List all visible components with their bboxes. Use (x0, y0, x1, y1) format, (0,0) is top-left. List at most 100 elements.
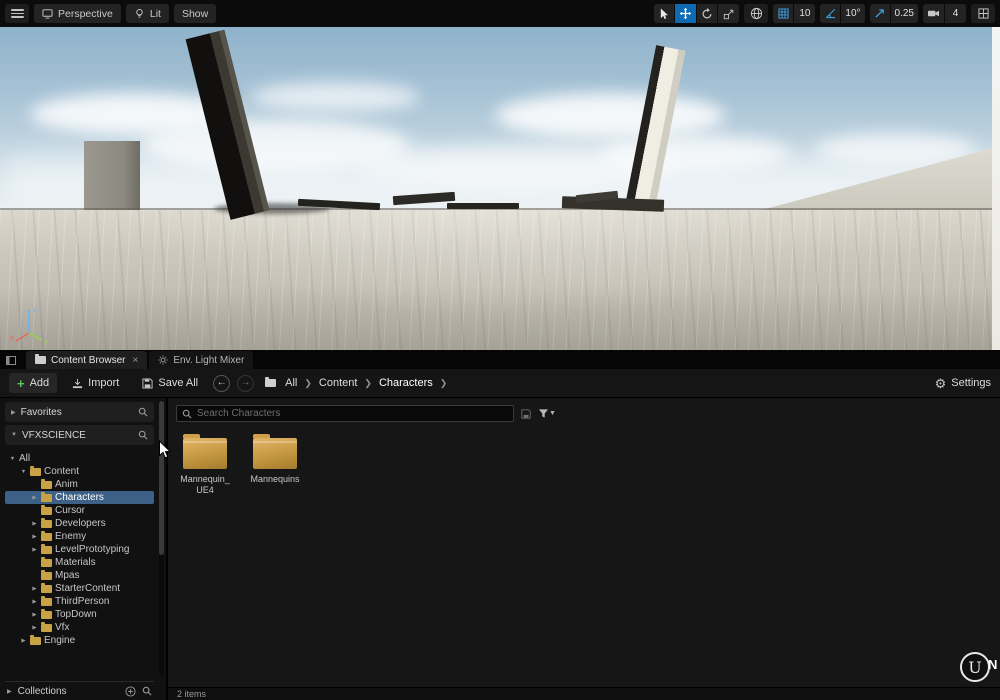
chevron-right-icon: ❯ (304, 377, 312, 388)
main-menu-button[interactable] (5, 4, 29, 23)
scrollbar-thumb[interactable] (159, 401, 164, 555)
rotate-tool-button[interactable] (697, 4, 719, 23)
collections-footer[interactable]: ▶ Collections (5, 681, 154, 700)
scale-snap-toggle[interactable] (870, 4, 891, 23)
folder-icon (30, 634, 41, 645)
breadcrumb-characters[interactable]: Characters (379, 377, 433, 389)
search-icon (138, 430, 148, 440)
chevron-right-icon[interactable]: ▶ (31, 521, 38, 527)
save-icon (142, 377, 153, 389)
folder-icon (41, 491, 52, 502)
breadcrumb-all[interactable]: All (285, 377, 297, 389)
chevron-right-icon[interactable]: ▶ (20, 638, 27, 644)
content-browser-tab-icon (35, 354, 46, 364)
folder-icon (41, 582, 52, 593)
folder-icon (41, 569, 52, 580)
chevron-right-icon[interactable]: ▶ (31, 625, 38, 631)
world-coordinate-button[interactable] (744, 4, 769, 23)
save-search-button[interactable] (521, 408, 531, 419)
svg-text:x: x (10, 335, 14, 342)
source-header[interactable]: ▼ VFXSCIENCE (5, 425, 154, 445)
svg-text:U: U (968, 658, 981, 677)
camera-speed-value-button[interactable]: 4 (945, 4, 966, 23)
rotation-snap-toggle[interactable] (820, 4, 842, 23)
tree-item-thirdperson[interactable]: ▶ ThirdPerson (5, 595, 154, 608)
lit-mode-button[interactable]: Lit (125, 4, 169, 23)
tree-item-startercontent[interactable]: ▶ StarterContent (5, 582, 154, 595)
close-tab-icon[interactable]: × (132, 355, 138, 366)
folder-asset-mannequins[interactable]: Mannequins (248, 434, 302, 496)
content-browser-sidebar: ▶ Favorites ▼ VFXSCIENCE ▼ All ▼ Content Ani… (0, 398, 168, 700)
tab-drawer-icon[interactable] (6, 356, 16, 365)
source-search-button[interactable] (138, 430, 148, 440)
chevron-right-icon[interactable]: ▶ (31, 586, 38, 592)
search-input[interactable] (197, 408, 508, 419)
breadcrumb-content[interactable]: Content (319, 377, 358, 389)
tree-item-label: TopDown (55, 609, 97, 620)
tab-env-light-mixer[interactable]: Env. Light Mixer (149, 351, 254, 369)
chevron-right-icon[interactable]: ▶ (31, 534, 38, 540)
axis-gizmo: z x y (10, 307, 49, 345)
folder-icon (41, 608, 52, 619)
chevron-right-icon[interactable]: ▶ (31, 612, 38, 618)
show-flags-button[interactable]: Show (173, 4, 217, 23)
save-all-button[interactable]: Save All (134, 373, 206, 393)
tree-item-anim[interactable]: Anim (5, 478, 154, 491)
bottom-dock-panel: Content Browser × Env. Light Mixer + Add… (0, 350, 1000, 700)
collections-search-button[interactable] (142, 686, 152, 696)
rotation-snap-value-button[interactable]: 10° (841, 4, 864, 23)
viewport-3d[interactable]: z x y (0, 27, 1000, 350)
concrete-ground (0, 210, 1000, 350)
forward-button[interactable]: → (237, 374, 255, 392)
tree-item-all[interactable]: ▼ All (5, 452, 154, 465)
tree-item-levelprototyping[interactable]: ▶ LevelPrototyping (5, 543, 154, 556)
chevron-right-icon[interactable]: ▶ (31, 495, 38, 501)
filter-button[interactable]: ▼ (538, 408, 556, 419)
tree-item-mpas[interactable]: Mpas (5, 569, 154, 582)
grid-snap-toggle[interactable] (773, 4, 795, 23)
tree-item-materials[interactable]: Materials (5, 556, 154, 569)
folder-icon-large (183, 434, 227, 469)
add-button[interactable]: + Add (9, 373, 58, 393)
folder-icon (41, 517, 52, 528)
tree-item-vfx[interactable]: ▶ Vfx (5, 621, 154, 634)
grid-snap-value-button[interactable]: 10 (794, 4, 815, 23)
unreal-engine-logo: U (959, 651, 991, 683)
select-tool-button[interactable] (654, 4, 676, 23)
tree-item-engine[interactable]: ▶ Engine (5, 634, 154, 647)
tree-item-characters[interactable]: ▶ Characters (5, 491, 154, 504)
tree-item-topdown[interactable]: ▶ TopDown (5, 608, 154, 621)
settings-button[interactable]: ⚙ Settings (935, 377, 991, 390)
tree-item-developers[interactable]: ▶ Developers (5, 517, 154, 530)
move-tool-button[interactable] (675, 4, 698, 23)
folder-icon (41, 595, 52, 606)
chevron-down-icon[interactable]: ▼ (20, 469, 27, 475)
panel-tab-bar: Content Browser × Env. Light Mixer (0, 350, 1000, 369)
cloud (250, 82, 420, 112)
scale-icon (723, 9, 734, 19)
favorites-search-button[interactable] (138, 407, 148, 417)
asset-search-box[interactable] (176, 405, 514, 422)
perspective-label: Perspective (58, 7, 113, 20)
scale-tool-button[interactable] (718, 4, 739, 23)
favorites-header[interactable]: ▶ Favorites (5, 402, 154, 422)
tree-item-enemy[interactable]: ▶ Enemy (5, 530, 154, 543)
back-button[interactable]: ← (213, 374, 231, 392)
import-button[interactable]: Import (64, 373, 127, 393)
folder-asset-mannequin_ue4[interactable]: Mannequin_UE4 (178, 434, 232, 496)
collections-label: Collections (17, 685, 67, 697)
add-collection-button[interactable] (125, 685, 136, 697)
tree-item-content[interactable]: ▼ Content (5, 465, 154, 478)
tab-content-browser[interactable]: Content Browser × (26, 351, 148, 369)
save-all-label: Save All (158, 377, 199, 389)
chevron-right-icon[interactable]: ▶ (31, 599, 38, 605)
gear-icon: ⚙ (934, 375, 947, 391)
scale-snap-value-button[interactable]: 0.25 (891, 4, 918, 23)
tree-item-cursor[interactable]: Cursor (5, 504, 154, 517)
maximize-viewport-button[interactable] (971, 4, 995, 23)
perspective-button[interactable]: Perspective (34, 4, 121, 23)
camera-speed-toggle[interactable] (923, 4, 945, 23)
chevron-right-icon[interactable]: ▶ (31, 547, 38, 553)
cutoff-text: N (988, 657, 998, 672)
chevron-down-icon[interactable]: ▼ (9, 456, 16, 462)
